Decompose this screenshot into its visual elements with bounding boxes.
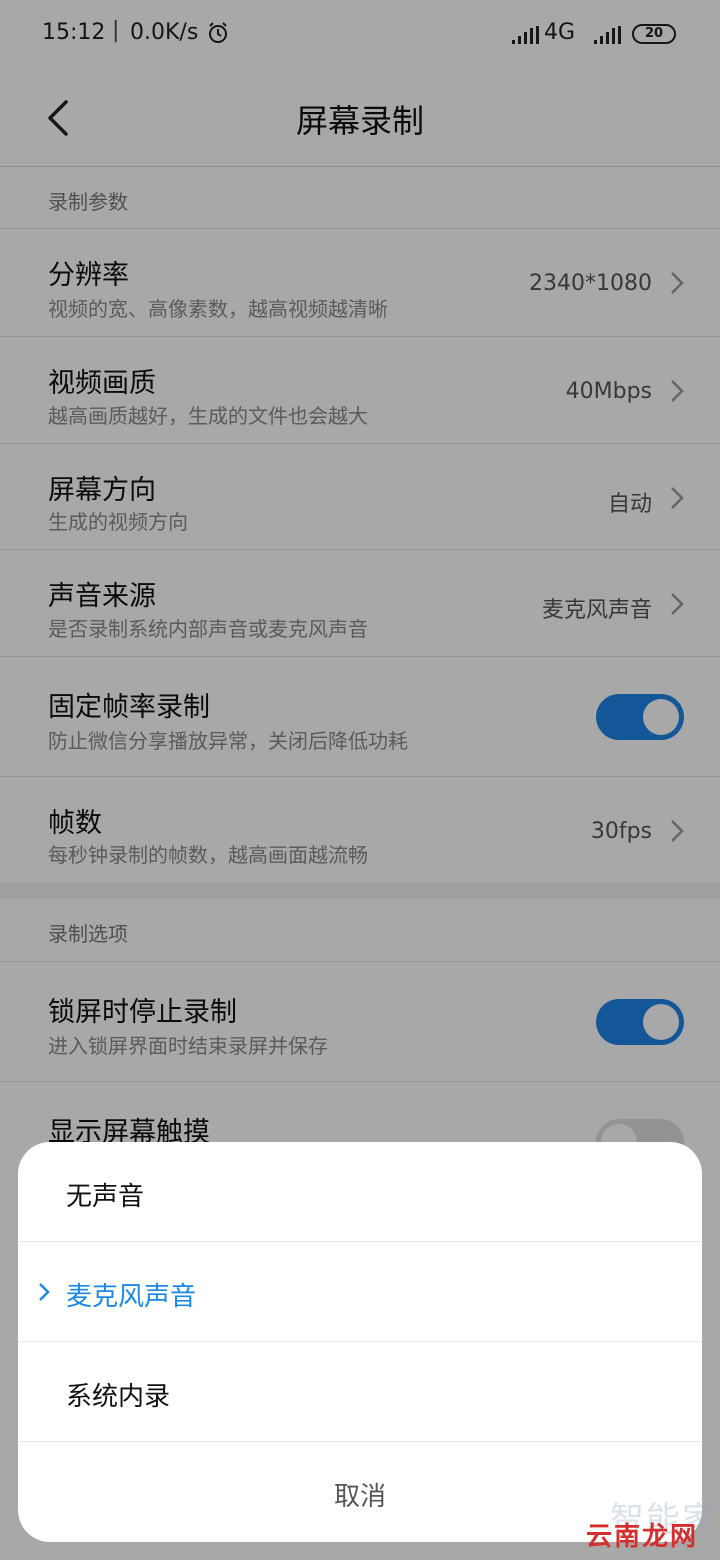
row-value: 麦克风声音 <box>541 598 652 623</box>
fixed-framerate-toggle[interactable] <box>596 694 684 740</box>
title-bar: 屏幕录制 <box>0 70 720 167</box>
cancel-label: 取消 <box>333 1482 386 1512</box>
row-title: 屏幕方向 <box>48 475 156 506</box>
section-header: 录制参数 <box>48 190 128 214</box>
row-value: 自动 <box>607 492 652 517</box>
setting-row-stop-on-lock: 锁屏时停止录制 进入锁屏界面时结束录屏并保存 <box>0 961 720 1081</box>
status-speed: 0.0K/s <box>130 20 199 45</box>
row-subtitle: 生成的视频方向 <box>48 510 188 534</box>
chevron-right-icon <box>671 272 684 294</box>
selected-chevron-icon <box>39 1283 50 1301</box>
battery-icon: 20 <box>632 24 676 44</box>
setting-row-video-quality[interactable]: 视频画质 越高画质越好，生成的文件也会越大 40Mbps <box>0 336 720 443</box>
status-separator: | <box>112 18 120 43</box>
signal-icon <box>594 26 621 44</box>
row-subtitle: 越高画质越好，生成的文件也会越大 <box>48 404 368 428</box>
setting-row-fixed-framerate: 固定帧率录制 防止微信分享播放异常，关闭后降低功耗 <box>0 656 720 776</box>
stop-on-lock-toggle[interactable] <box>596 999 684 1045</box>
row-subtitle: 视频的宽、高像素数，越高视频越清晰 <box>48 297 388 321</box>
row-value: 30fps <box>590 819 652 844</box>
row-title: 锁屏时停止录制 <box>48 997 237 1028</box>
row-subtitle: 进入锁屏界面时结束录屏并保存 <box>48 1034 328 1058</box>
row-title: 声音来源 <box>48 581 156 612</box>
network-type: 4G <box>544 20 576 45</box>
toggle-knob <box>643 699 679 735</box>
option-no-sound[interactable]: 无声音 <box>18 1142 702 1242</box>
page-title: 屏幕录制 <box>295 102 424 140</box>
toggle-knob <box>643 1004 679 1040</box>
signal-icon <box>512 26 539 44</box>
row-subtitle: 是否录制系统内部声音或麦克风声音 <box>48 617 368 641</box>
setting-row-audio-source[interactable]: 声音来源 是否录制系统内部声音或麦克风声音 麦克风声音 <box>0 549 720 656</box>
row-subtitle: 防止微信分享播放异常，关闭后降低功耗 <box>48 729 408 753</box>
chevron-right-icon <box>671 593 684 615</box>
status-time: 15:12 <box>42 20 106 45</box>
audio-source-sheet: 无声音 麦克风声音 系统内录 取消 <box>18 1142 702 1542</box>
chevron-right-icon <box>671 487 684 509</box>
section-header: 录制选项 <box>48 922 128 946</box>
option-label: 麦克风声音 <box>66 1282 197 1312</box>
setting-row-framerate[interactable]: 帧数 每秒钟录制的帧数，越高画面越流畅 30fps <box>0 776 720 883</box>
chevron-right-icon <box>671 380 684 402</box>
chevron-right-icon <box>671 820 684 842</box>
status-bar: 15:12 | 0.0K/s 4G 20 <box>0 0 720 70</box>
setting-row-orientation[interactable]: 屏幕方向 生成的视频方向 自动 <box>0 443 720 549</box>
row-title: 帧数 <box>48 808 102 839</box>
row-value: 40Mbps <box>565 379 652 404</box>
row-value: 2340*1080 <box>529 271 652 296</box>
section-divider <box>0 883 720 899</box>
row-title: 视频画质 <box>48 368 156 399</box>
alarm-icon <box>209 22 227 43</box>
option-microphone[interactable]: 麦克风声音 <box>18 1242 702 1342</box>
row-title: 分辨率 <box>48 260 129 291</box>
option-label: 无声音 <box>66 1182 145 1212</box>
option-system-audio[interactable]: 系统内录 <box>18 1342 702 1442</box>
row-subtitle: 每秒钟录制的帧数，越高画面越流畅 <box>48 843 368 867</box>
row-title: 固定帧率录制 <box>48 692 210 723</box>
option-label: 系统内录 <box>66 1382 171 1412</box>
watermark-logo: 云南龙网 <box>586 1522 699 1552</box>
setting-row-resolution[interactable]: 分辨率 视频的宽、高像素数，越高视频越清晰 2340*1080 <box>0 228 720 336</box>
